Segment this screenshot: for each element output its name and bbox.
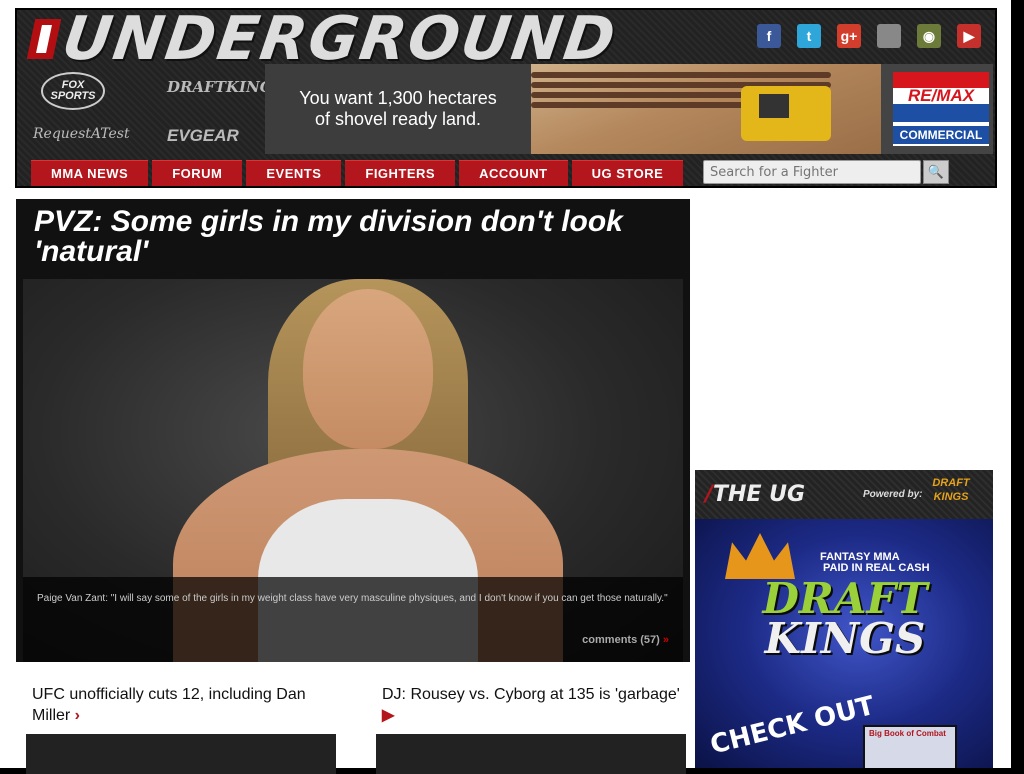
video-icon: ▶ — [382, 707, 395, 724]
banner-ad-text: You want 1,300 hectares of shovel ready … — [265, 64, 531, 154]
sub-story[interactable]: UFC unofficially cuts 12, including Dan … — [32, 684, 342, 726]
banner-ad[interactable]: You want 1,300 hectares of shovel ready … — [265, 64, 993, 154]
featured-story-caption: Paige Van Zant: "I will say some of the … — [23, 577, 683, 662]
powered-by-label: Powered by: — [863, 489, 923, 500]
nav-forum[interactable]: FORUM — [152, 160, 243, 186]
sub-story-title[interactable]: UFC unofficially cuts 12, including Dan … — [32, 684, 342, 726]
nav-account[interactable]: ACCOUNT — [459, 160, 568, 186]
banner-ad-line1: You want 1,300 hectares — [299, 88, 497, 108]
draftkings-ad[interactable]: FANTASY MMA PAID IN REAL CASH DRAFT KING… — [695, 519, 993, 768]
excavator-graphic — [741, 86, 831, 141]
fox-sports-logo[interactable]: FOX SPORTS — [41, 72, 105, 110]
nav-fighters[interactable]: FIGHTERS — [345, 160, 456, 186]
pipe-graphic — [531, 72, 831, 78]
sub-story-thumbnail[interactable] — [376, 734, 686, 774]
photo-figure — [303, 289, 433, 449]
remax-logo: RE/MAX COMMERCIAL — [881, 64, 993, 154]
nav-mma-news[interactable]: MMA NEWS — [31, 160, 149, 186]
nav-ug-store[interactable]: UG STORE — [571, 160, 684, 186]
sub-story[interactable]: DJ: Rousey vs. Cyborg at 135 is 'garbage… — [382, 684, 692, 726]
site-logo[interactable]: UNDERGROUND — [26, 10, 621, 74]
the-ug-logo[interactable]: /THE UG — [705, 482, 805, 507]
comments-link[interactable]: comments (57) » — [582, 634, 669, 646]
the-ug-header: /THE UG Powered by: DRAFT KINGS — [695, 470, 993, 519]
draftkings-small-logo[interactable]: DRAFT KINGS — [921, 476, 981, 512]
comments-arrow-icon: » — [662, 634, 669, 646]
page: UNDERGROUND f t g+ ◉ ▶ FOX SPORTS DRAFTK… — [0, 0, 1011, 774]
android-icon[interactable]: ◉ — [917, 24, 941, 48]
featured-story[interactable]: PVZ: Some girls in my division don't loo… — [16, 199, 690, 662]
main-nav: MMA NEWS FORUM EVENTS FIGHTERS ACCOUNT U… — [31, 160, 684, 186]
logo-text: UNDERGROUND — [58, 8, 622, 74]
remax-sub: COMMERCIAL — [893, 126, 989, 144]
google-plus-icon[interactable]: g+ — [837, 24, 861, 48]
search-icon: 🔍 — [927, 164, 945, 179]
search-button[interactable]: 🔍 — [923, 160, 949, 184]
remax-brand: RE/MAX — [907, 86, 975, 105]
youtube-icon[interactable]: ▶ — [957, 24, 981, 48]
logo-mark-icon — [26, 19, 62, 59]
book-title: Big Book of Combat — [869, 729, 946, 738]
sponsor-logos: FOX SPORTS DRAFTKINGS RequestATest EVGEA… — [33, 68, 283, 152]
site-header: UNDERGROUND f t g+ ◉ ▶ FOX SPORTS DRAFTK… — [15, 8, 997, 188]
sub-story-thumbnail[interactable] — [26, 734, 336, 774]
apple-icon[interactable] — [877, 24, 901, 48]
fighter-search-field — [703, 160, 926, 184]
featured-story-title[interactable]: PVZ: Some girls in my division don't loo… — [16, 199, 690, 279]
sub-story-title[interactable]: DJ: Rousey vs. Cyborg at 135 is 'garbage… — [382, 684, 692, 726]
nav-events[interactable]: EVENTS — [246, 160, 342, 186]
ad-line-cash: PAID IN REAL CASH — [823, 562, 930, 574]
caption-text: Paige Van Zant: "I will say some of the … — [37, 593, 668, 604]
twitter-icon[interactable]: t — [797, 24, 821, 48]
ad-cta: CHECK OUT — [707, 690, 878, 761]
draftkings-wordmark: DRAFT KINGS — [762, 574, 928, 663]
crown-icon — [725, 533, 795, 579]
sub-story-title-text: DJ: Rousey vs. Cyborg at 135 is 'garbage… — [382, 686, 680, 703]
chevron-right-icon: › — [74, 707, 80, 724]
book-image: Big Book of Combat — [863, 725, 957, 768]
fighter-search-input[interactable] — [704, 161, 926, 183]
comments-count: comments (57) — [582, 634, 660, 646]
banner-ad-line2: of shovel ready land. — [314, 109, 482, 129]
social-links: f t g+ ◉ ▶ — [757, 24, 981, 48]
banner-ad-photo — [531, 64, 881, 154]
facebook-icon[interactable]: f — [757, 24, 781, 48]
sub-story-title-text: UFC unofficially cuts 12, including Dan … — [32, 686, 306, 724]
requestatest-logo[interactable]: RequestATest — [33, 126, 130, 142]
evgear-logo[interactable]: EVGEAR — [167, 126, 239, 146]
